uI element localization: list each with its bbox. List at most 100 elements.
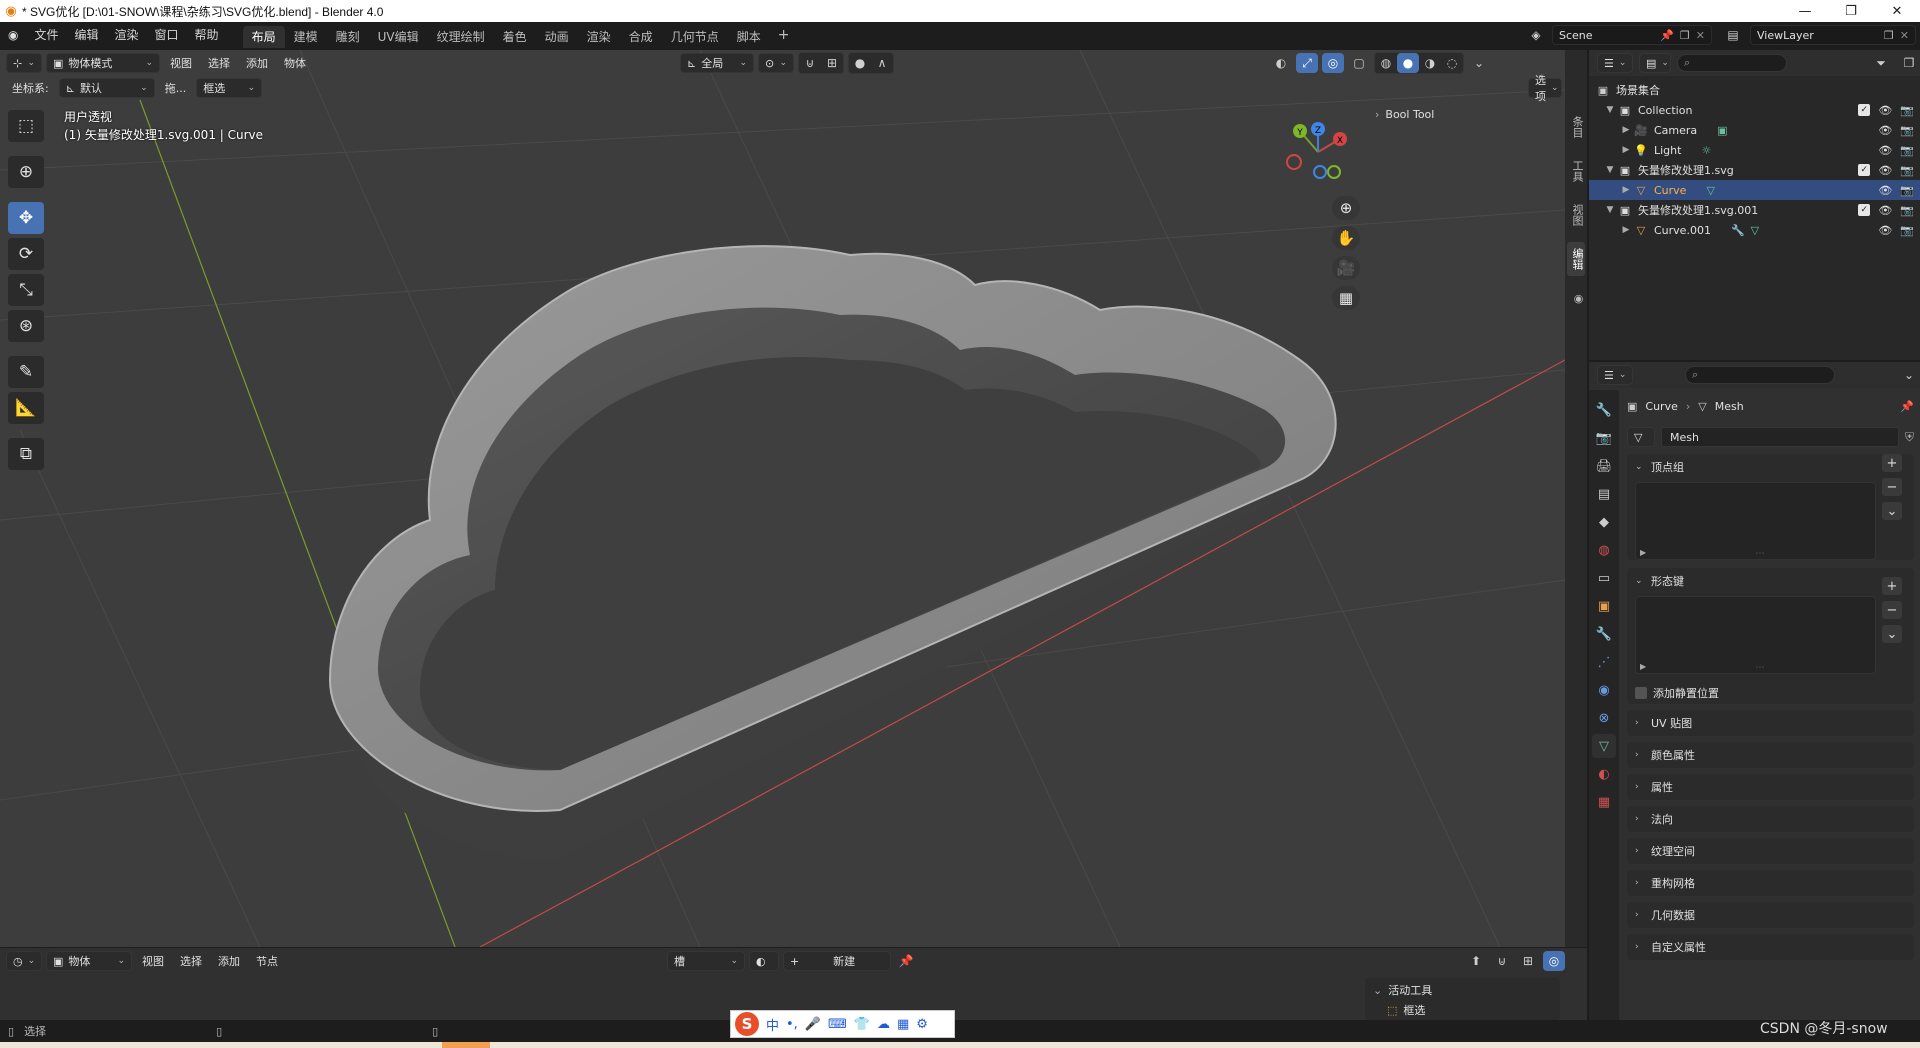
viewport-menu-object[interactable]: 物体 — [278, 55, 312, 71]
menu-render[interactable]: 渲染 — [107, 22, 147, 48]
new-material-button[interactable]: + 新建 — [783, 951, 891, 971]
transform-tool-icon[interactable]: ⊛ — [8, 310, 44, 342]
exclude-checkbox[interactable]: ✓ — [1858, 203, 1871, 216]
expand-triangle-icon[interactable]: ▶ — [1640, 662, 1646, 671]
scale-tool-icon[interactable]: ⤡ — [8, 274, 44, 306]
ime-cloud-icon[interactable]: ☁ — [877, 1017, 890, 1032]
menu-edit[interactable]: 编辑 — [67, 22, 107, 48]
custom-properties-panel[interactable]: › 自定义属性 — [1627, 934, 1914, 960]
ime-settings-icon[interactable]: ⚙ — [916, 1017, 928, 1032]
snap-target-icon[interactable]: ⊞ — [821, 53, 843, 73]
wireframe-shading-icon[interactable]: ◍ — [1375, 53, 1397, 73]
npanel-bool-tool-header[interactable]: › Bool Tool — [1375, 108, 1434, 121]
outliner-editor-type-dropdown[interactable]: ☰ ⌄ — [1597, 53, 1633, 73]
new-scene-icon[interactable]: ❐ — [1680, 29, 1690, 42]
delete-scene-icon[interactable]: ✕ — [1696, 29, 1705, 42]
active-tool-header[interactable]: ⌄ 活动工具 — [1373, 982, 1552, 998]
ortho-toggle-icon[interactable]: ▦ — [1332, 286, 1360, 310]
lower-menu-select[interactable]: 选择 — [174, 953, 208, 969]
3d-viewport[interactable]: ⊹ ⌄ ▣ 物体模式 ⌄ 视图 选择 添加 物体 ⊾ 全局 ⌄ ⊙ ⌄ ⊍ ⊞ ● … — [0, 50, 1565, 947]
eye-icon[interactable]: 👁 — [1878, 124, 1892, 137]
remesh-panel[interactable]: › 重构网格 — [1627, 870, 1914, 896]
viewport-menu-select[interactable]: 选择 — [202, 55, 236, 71]
node-snap-icon[interactable]: ⊍ — [1491, 951, 1513, 971]
geometry-data-panel[interactable]: › 几何数据 — [1627, 902, 1914, 928]
world-tab-icon[interactable]: ◍ — [1592, 538, 1616, 562]
material-browse-dropdown[interactable]: ◐ — [749, 951, 779, 971]
expand-arrow-icon[interactable]: ▼ — [1603, 165, 1617, 175]
workspace-tab-rendering[interactable]: 渲染 — [578, 26, 620, 48]
close-button[interactable]: ✕ — [1874, 0, 1920, 22]
scene-tab-icon[interactable]: ◆ — [1592, 510, 1616, 534]
show-gizmo-icon[interactable]: ⤢ — [1296, 53, 1318, 73]
mesh-browse-dropdown[interactable]: ▽ — [1627, 427, 1655, 447]
ime-skin-icon[interactable]: 👕 — [854, 1017, 870, 1032]
npanel-tab-extra-icon[interactable]: ◉ — [1567, 286, 1585, 311]
transform-orientation-dropdown[interactable]: ⊾ 全局 ⌄ — [680, 53, 754, 73]
workspace-tab-geometry-nodes[interactable]: 几何节点 — [662, 26, 728, 48]
camera-data-icon[interactable]: ▣ — [1717, 124, 1727, 137]
coordinate-system-dropdown[interactable]: ⊾ 默认 ⌄ — [58, 78, 155, 98]
camera-render-icon[interactable]: 📷 — [1900, 184, 1914, 197]
xray-toggle-icon[interactable]: ▢ — [1348, 53, 1370, 73]
scene-selector[interactable]: Scene 📌 ❐ ✕ — [1552, 25, 1712, 45]
texture-tab-icon[interactable]: ▦ — [1592, 790, 1616, 814]
add-workspace-button[interactable]: + — [770, 27, 798, 43]
object-tab-icon[interactable]: ▣ — [1592, 594, 1616, 618]
properties-search-input[interactable]: ⌕ — [1685, 366, 1835, 384]
mesh-data-icon[interactable]: ▽ — [1751, 224, 1759, 237]
particles-tab-icon[interactable]: ⋰ — [1592, 650, 1616, 674]
add-shape-key-button[interactable]: + — [1882, 577, 1902, 595]
solid-shading-icon[interactable]: ● — [1397, 53, 1419, 73]
object-visibility-icon[interactable]: ◐ — [1270, 53, 1292, 73]
editor-type-dropdown[interactable]: ⊹ ⌄ — [6, 53, 42, 73]
camera-render-icon[interactable]: 📷 — [1900, 224, 1914, 237]
vertex-group-menu-button[interactable]: ⌄ — [1882, 502, 1902, 520]
workspace-tab-sculpting[interactable]: 雕刻 — [327, 26, 369, 48]
measure-tool-icon[interactable]: 📐 — [8, 392, 44, 424]
exclude-checkbox[interactable]: ✓ — [1858, 103, 1871, 116]
camera-render-icon[interactable]: 📷 — [1900, 164, 1914, 177]
display-mode-dropdown[interactable]: ▤ ⌄ — [1639, 53, 1671, 73]
viewport-menu-view[interactable]: 视图 — [164, 55, 198, 71]
texture-space-panel[interactable]: › 纹理空间 — [1627, 838, 1914, 864]
npanel-tab-item[interactable]: 条目 — [1567, 110, 1585, 144]
cursor-tool-icon[interactable]: ⊕ — [8, 156, 44, 188]
uv-maps-panel[interactable]: › UV 贴图 — [1627, 710, 1914, 736]
workspace-tab-layout[interactable]: 布局 — [242, 26, 285, 48]
modifier-wrench-icon[interactable]: 🔧 — [1731, 224, 1745, 237]
eye-icon[interactable]: 👁 — [1878, 204, 1892, 217]
pin-icon[interactable]: 📌 — [1900, 400, 1914, 413]
modifier-tab-icon[interactable]: 🔧 — [1592, 622, 1616, 646]
annotate-tool-icon[interactable]: ✎ — [8, 356, 44, 388]
ime-keyboard-icon[interactable]: ⌨ — [828, 1017, 847, 1032]
zoom-icon[interactable]: ⊕ — [1332, 196, 1360, 220]
shading-options-icon[interactable]: ⌄ — [1468, 53, 1490, 73]
ime-grid-icon[interactable]: ▦ — [897, 1017, 909, 1032]
outliner-row-curve[interactable]: ▶ ▽ Curve ▽ 👁 📷 — [1589, 180, 1920, 200]
box-select-icon[interactable]: ⬚ — [1387, 1004, 1397, 1017]
add-vertex-group-button[interactable]: + — [1882, 454, 1902, 472]
view-layer-tab-icon[interactable]: ▤ — [1592, 482, 1616, 506]
outliner-search-input[interactable]: ⌕ — [1677, 54, 1787, 72]
ime-punctuation-icon[interactable]: •, — [786, 1017, 798, 1032]
fake-user-shield-icon[interactable]: ⛨ — [1905, 430, 1914, 445]
pan-hand-icon[interactable]: ✋ — [1332, 226, 1360, 250]
pin-node-tree-icon[interactable]: 📌 — [895, 951, 917, 971]
eye-icon[interactable]: 👁 — [1878, 184, 1892, 197]
normals-panel[interactable]: › 法向 — [1627, 806, 1914, 832]
workspace-tab-texture-paint[interactable]: 纹理绘制 — [428, 26, 494, 48]
proportional-edit-icon[interactable]: ● — [849, 53, 871, 73]
rotate-tool-icon[interactable]: ⟳ — [8, 238, 44, 270]
expand-arrow-icon[interactable]: ▶ — [1619, 125, 1633, 135]
properties-editor-type-dropdown[interactable]: ☰ ⌄ — [1597, 365, 1633, 385]
properties-options-icon[interactable]: ⌄ — [1898, 365, 1920, 385]
workspace-tab-modeling[interactable]: 建模 — [285, 26, 327, 48]
menu-help[interactable]: 帮助 — [187, 22, 227, 48]
outliner-row-svg-collection[interactable]: ▼ ▣ 矢量修改处理1.svg ✓ 👁 📷 — [1589, 160, 1920, 180]
rendered-shading-icon[interactable]: ◌ — [1441, 53, 1463, 73]
viewport-menu-add[interactable]: 添加 — [240, 55, 274, 71]
mesh-data-icon[interactable]: ▽ — [1706, 184, 1714, 197]
node-overlay-icon[interactable]: ◎ — [1543, 951, 1565, 971]
mesh-name-field[interactable]: Mesh — [1661, 427, 1899, 447]
